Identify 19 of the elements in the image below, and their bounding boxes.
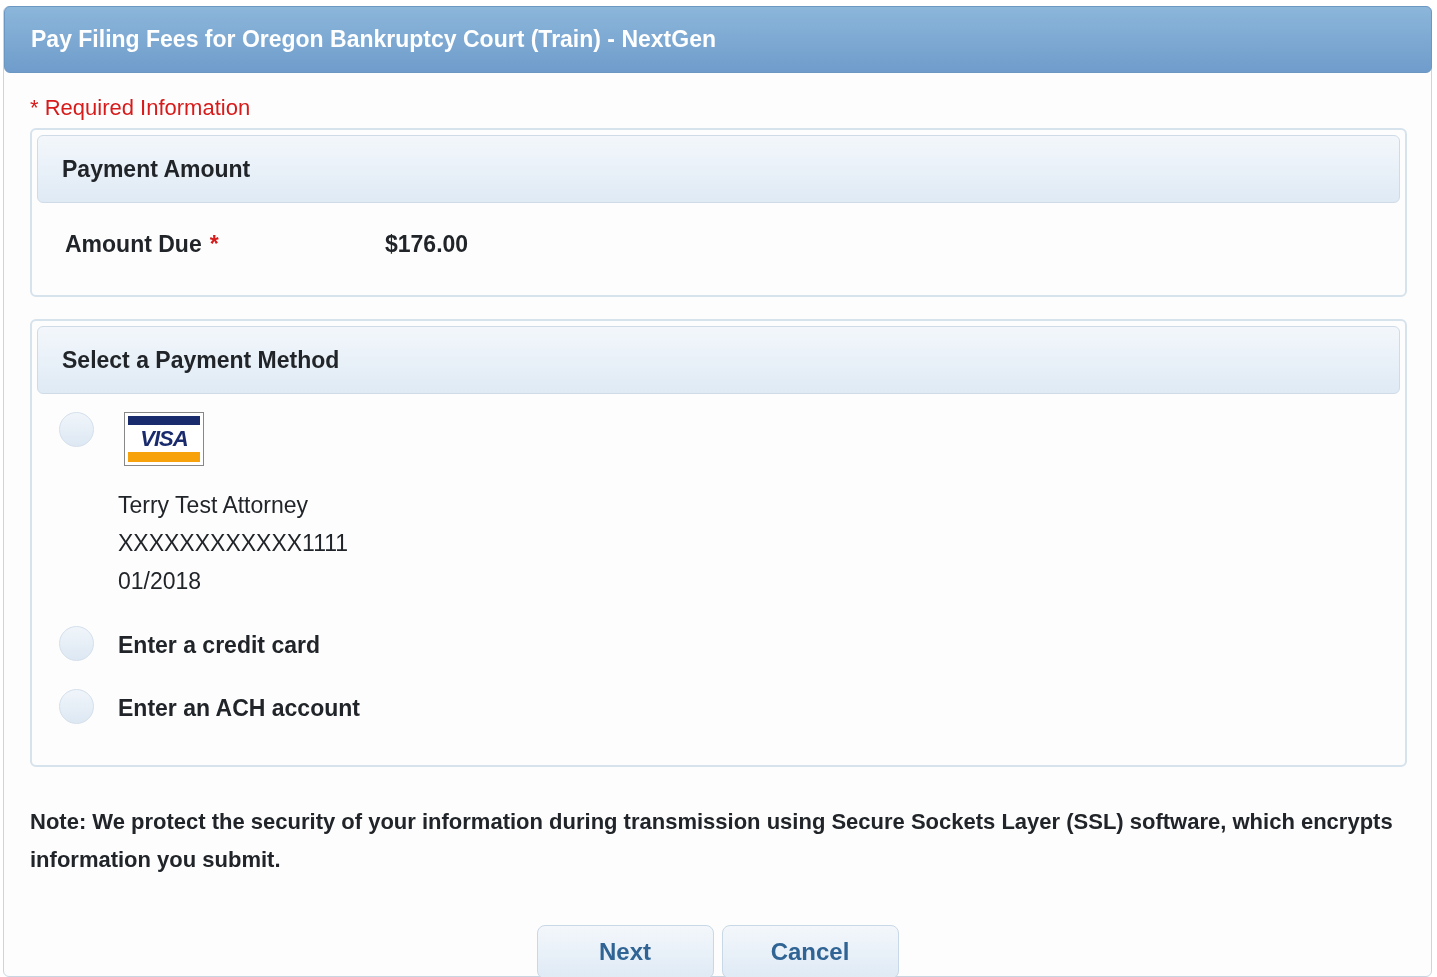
option-label[interactable]: Enter an ACH account <box>118 688 360 725</box>
radio-button[interactable] <box>59 626 94 661</box>
card-expiry: 01/2018 <box>118 567 203 596</box>
card-number: XXXXXXXXXXXX1111 <box>118 529 349 558</box>
required-note: * Required Information <box>30 93 252 122</box>
amount-value: $176.00 <box>385 230 469 259</box>
option-label[interactable]: Enter a credit card <box>118 626 320 663</box>
section-heading: Select a Payment Method <box>37 325 1400 394</box>
field-label: Amount Due <box>65 230 202 259</box>
cardholder-name: Terry Test Attorney <box>118 491 310 520</box>
next-button[interactable]: Next <box>536 925 714 977</box>
required-marker: * <box>209 230 219 259</box>
radio-button[interactable] <box>59 412 94 447</box>
section-heading: Payment Amount <box>37 134 1400 203</box>
security-note: Note: We protect the security of your information during transmission using Secure Sockets Layer (SSL) software, which encrypts information you submit. <box>30 808 1394 874</box>
window-title: Pay Filing Fees for Oregon Bankruptcy Court (Train) - NextGen <box>4 6 1432 73</box>
cancel-button[interactable]: Cancel <box>721 925 899 977</box>
card-logo: VISA <box>124 412 204 466</box>
radio-button[interactable] <box>59 688 94 724</box>
